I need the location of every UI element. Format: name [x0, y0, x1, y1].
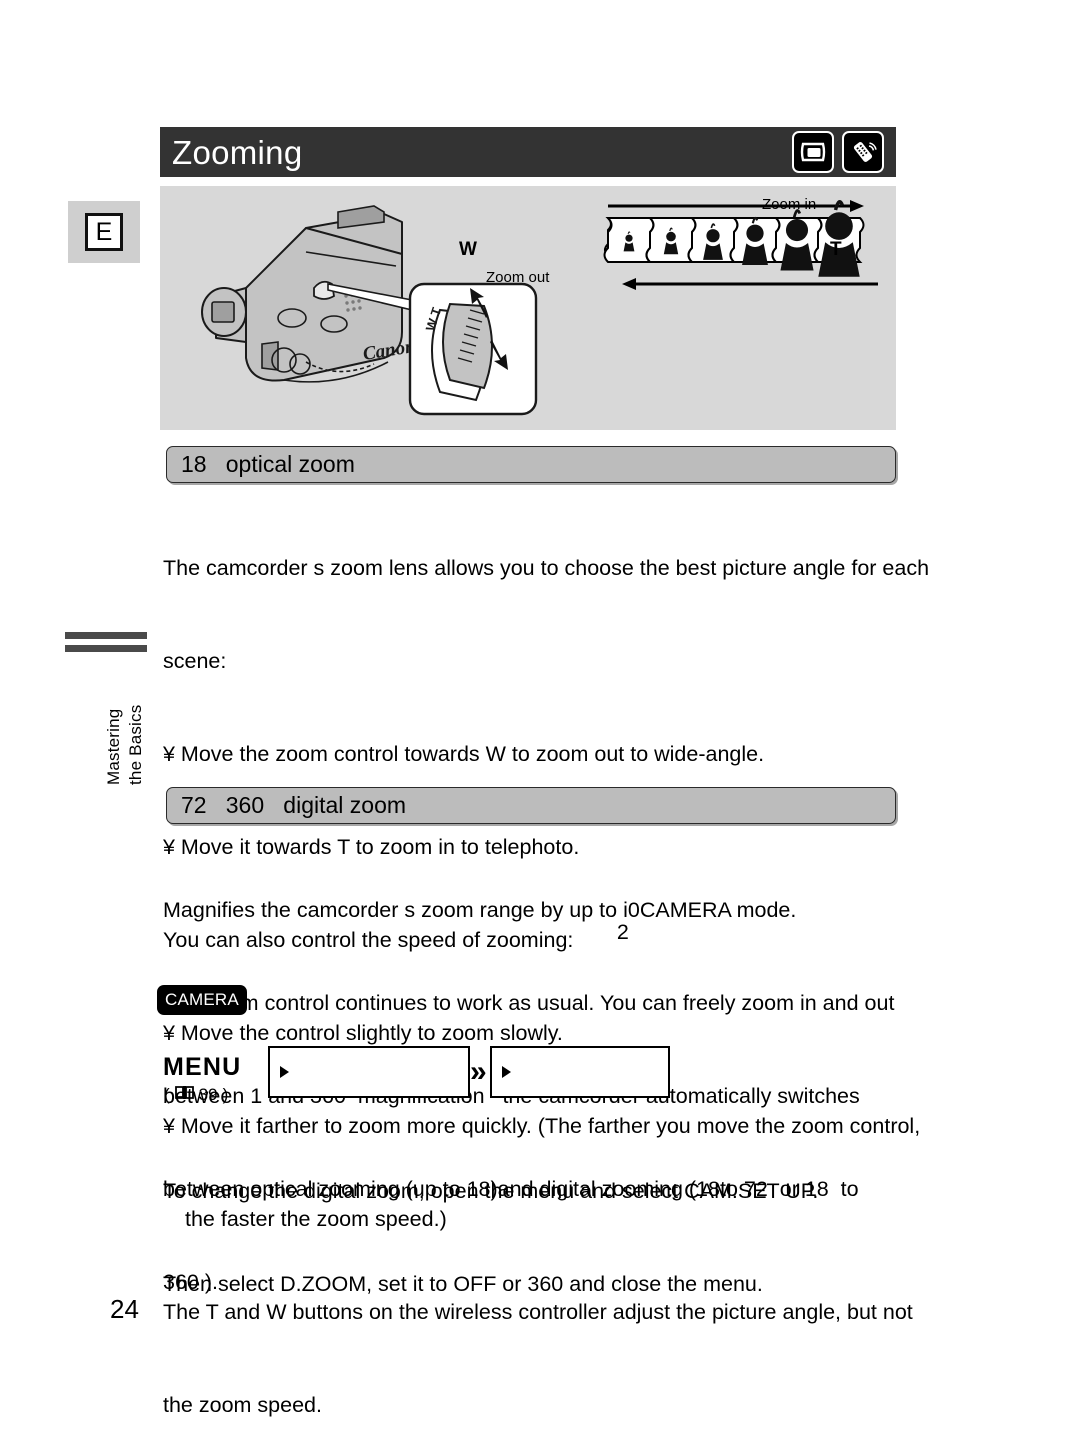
menu-step-1-arrow-icon	[280, 1066, 289, 1078]
optical-zoom-bullet-1: ¥ Move the zoom control towards W to zoo…	[163, 742, 765, 766]
section-heading-digital-zoom-text: 72 360 digital zoom	[181, 792, 407, 818]
menu-step-box-1[interactable]	[268, 1046, 470, 1098]
chapter-rule-bar-2	[65, 645, 147, 652]
optical-zoom-line-5: the zoom speed.	[163, 1393, 322, 1417]
telephoto-label: T	[830, 239, 842, 260]
footer-instructions: To change the digital zoom, open the men…	[163, 1114, 963, 1331]
digital-zoom-overlap-glyph: 2	[616, 920, 629, 944]
camera-mode-badge: CAMERA	[157, 985, 247, 1015]
section-heading-optical-zoom: 18 optical zoom	[166, 446, 896, 483]
page-title-bar: Zooming	[160, 127, 896, 177]
wireless-controller-icon	[842, 131, 884, 173]
menu-step-2-arrow-icon	[502, 1066, 511, 1078]
chapter-rule-bar-1	[65, 632, 147, 639]
digital-zoom-line-1: Magnifies the camcorder s zoom range by …	[163, 895, 963, 944]
digital-zoom-line-1-b: 0CAMERA mode.	[627, 898, 797, 922]
camcorder-illustration: Canon W T	[201, 205, 538, 416]
page-ref-close-paren: )	[222, 1085, 229, 1104]
chapter-marker-line-1: Mastering	[104, 708, 123, 785]
illustration-panel: Canon W T	[160, 186, 896, 430]
wide-angle-label: W	[459, 239, 477, 260]
menu-step-box-2[interactable]	[490, 1046, 670, 1098]
chapter-marker: Mastering the Basics	[58, 663, 178, 788]
camcorder-tape-icon	[792, 131, 834, 173]
menu-page-reference: ( 39 )	[164, 1085, 228, 1105]
book-icon	[174, 1085, 194, 1105]
section-heading-optical-zoom-text: 18 optical zoom	[181, 451, 355, 477]
page-title: Zooming	[172, 133, 303, 171]
language-tab: E	[68, 201, 140, 263]
chapter-marker-line-2: the Basics	[126, 704, 145, 785]
section-heading-digital-zoom: 72 360 digital zoom	[166, 787, 896, 824]
zoom-progression-diagram	[603, 200, 878, 290]
mode-icon-group	[792, 131, 884, 173]
language-tab-letter: E	[85, 213, 123, 251]
menu-button-label[interactable]: MENU	[163, 1053, 241, 1082]
page-ref-open-paren: (	[164, 1085, 170, 1104]
digital-zoom-line-1-a: Magnifies the camcorder s zoom range by …	[163, 898, 628, 922]
optical-zoom-line-1: The camcorder s zoom lens allows you to …	[163, 556, 930, 580]
zoom-out-label: Zoom out	[486, 269, 550, 286]
menu-step-separator-icon: »	[470, 1055, 487, 1088]
optical-zoom-line-2: scene:	[163, 649, 227, 673]
zoom-in-label: Zoom in	[762, 196, 817, 213]
chapter-rule	[65, 632, 147, 658]
page-ref-number: 39	[198, 1085, 218, 1104]
page-number: 24	[110, 1294, 139, 1324]
footer-instruction-line-2: Then select D.ZOOM, set it to OFF or 360…	[163, 1272, 763, 1296]
digital-zoom-line-2: The zoom control continues to work as us…	[163, 991, 895, 1015]
footer-instruction-line-1: To change the digital zoom, open the men…	[163, 1179, 819, 1203]
